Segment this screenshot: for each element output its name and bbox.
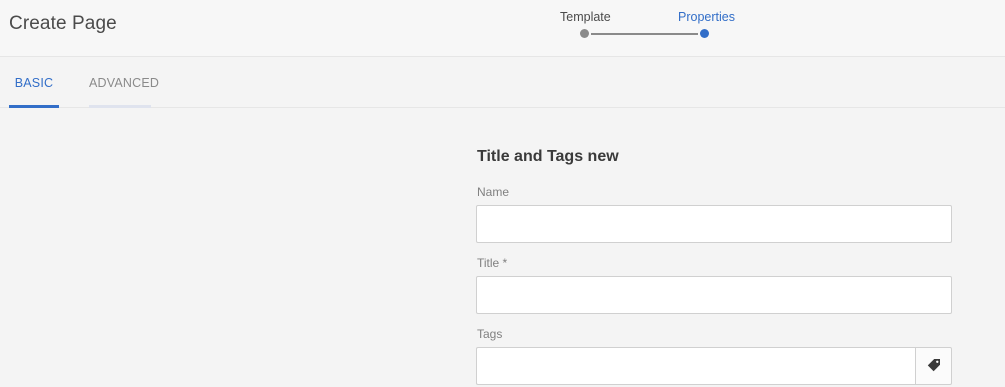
title-input[interactable] [476,276,952,314]
title-label: Title * [477,256,508,270]
page-title: Create Page [9,13,117,34]
tags-field [476,347,952,385]
tab-bar: BASIC ADVANCED [0,57,1005,108]
section-title: Title and Tags new [477,148,619,165]
name-label: Name [477,185,510,199]
step-template-label[interactable]: Template [560,10,611,24]
step-template-dot[interactable] [580,29,589,38]
tab-basic[interactable]: BASIC [9,57,59,108]
step-properties-label[interactable]: Properties [678,10,735,24]
step-connector [591,32,698,35]
page-header: Create Page Template Properties [0,0,1005,57]
wizard-steps: Template Properties [560,10,760,44]
tags-input[interactable] [476,347,915,385]
name-input[interactable] [476,205,952,243]
tab-advanced[interactable]: ADVANCED [89,57,159,108]
tags-label: Tags [477,327,503,341]
tags-picker-button[interactable] [915,347,952,385]
step-properties-dot[interactable] [700,29,709,38]
tag-icon [927,359,940,372]
